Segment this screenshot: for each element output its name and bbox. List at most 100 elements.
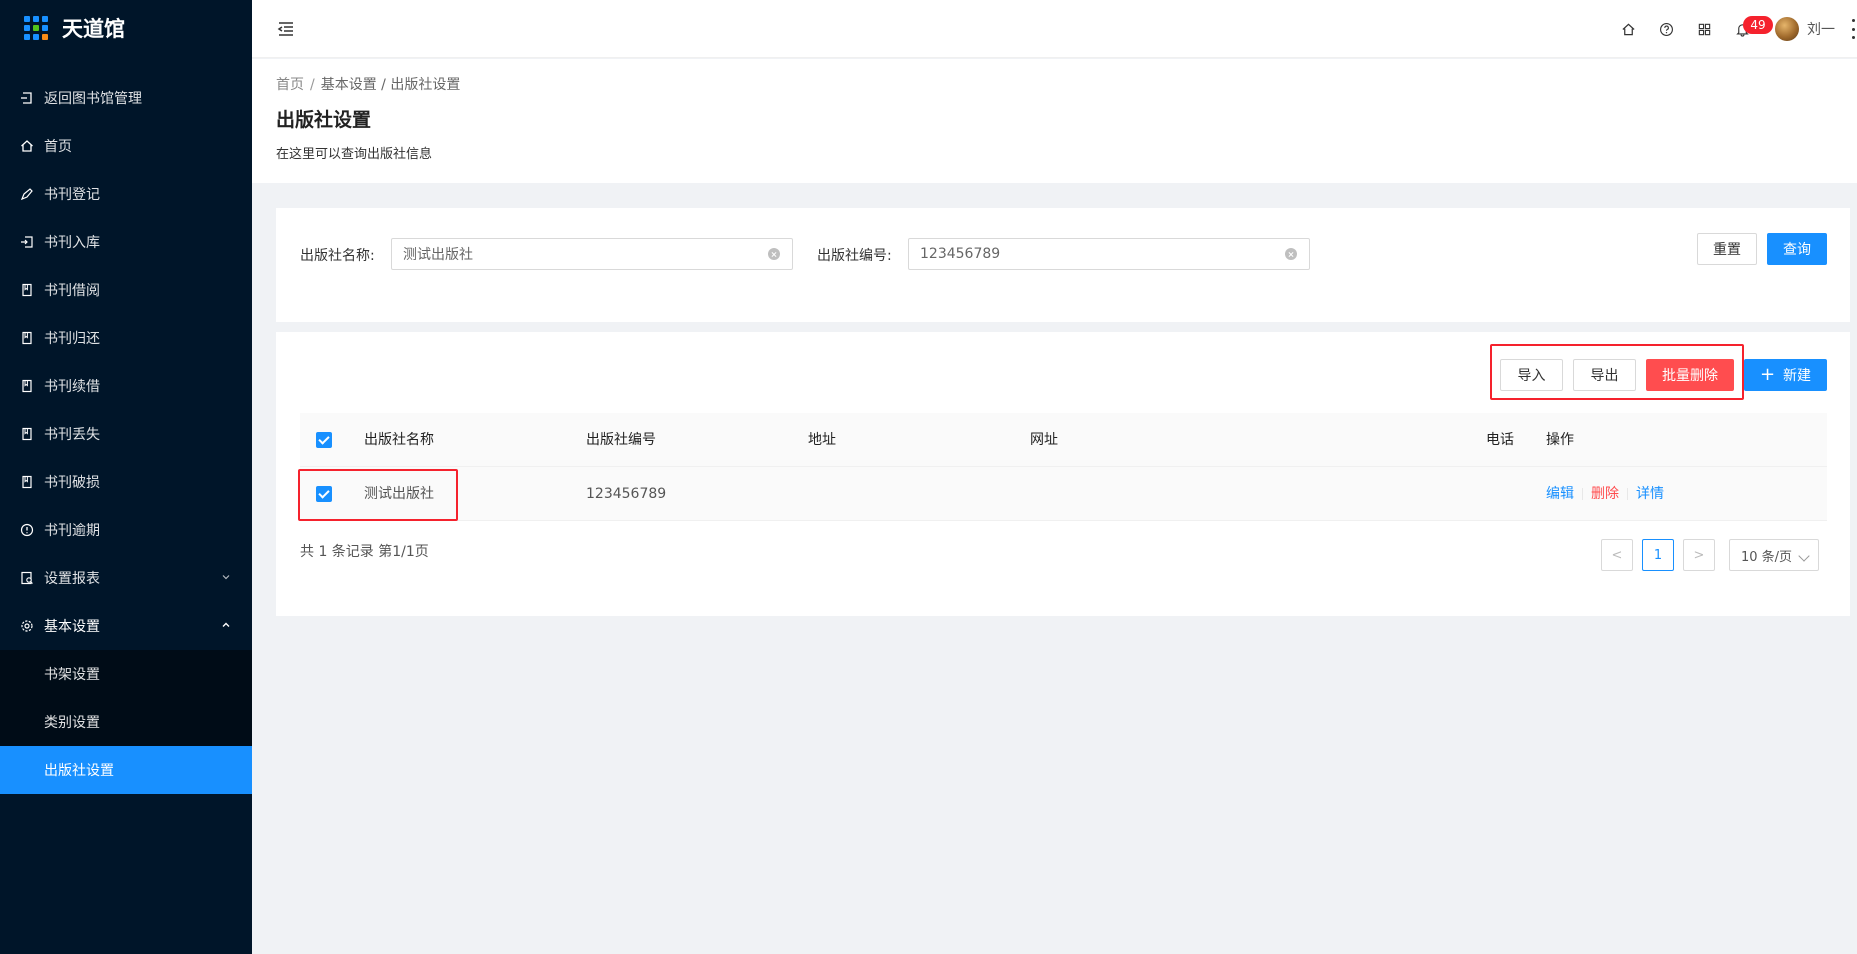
sidebar-item-book-renew[interactable]: 书刊续借: [0, 362, 252, 410]
notification-badge: 49: [1743, 16, 1773, 34]
sidebar-item-label: 首页: [44, 139, 72, 155]
home-icon: [1621, 23, 1635, 35]
notification-button[interactable]: 49: [1723, 10, 1773, 48]
publisher-table: 出版社名称 出版社编号 地址 网址 电话 操作 测试出版社 123456789 …: [298, 413, 1827, 521]
publisher-code-label: 出版社编号:: [817, 248, 892, 264]
exclamation-circle-icon: [20, 523, 34, 537]
app-grid-logo-icon: [24, 16, 48, 40]
page-description: 在这里可以查询出版社信息: [276, 147, 433, 162]
table-row: 测试出版社 123456789 编辑 删除 详情: [300, 467, 1827, 521]
sidebar-item-label: 基本设置: [44, 619, 100, 635]
sidebar-item-basic-settings[interactable]: 基本设置: [0, 602, 252, 650]
row-checkbox[interactable]: [316, 486, 332, 502]
column-header-address: 地址: [808, 432, 836, 448]
plus-icon: +: [1759, 364, 1776, 385]
clear-icon[interactable]: [1285, 248, 1297, 260]
column-header-phone: 电话: [1486, 432, 1514, 448]
sidebar-item-home[interactable]: 首页: [0, 122, 252, 170]
help-button[interactable]: [1647, 10, 1685, 48]
sidebar-item-category-settings[interactable]: 类别设置: [0, 698, 252, 746]
export-button[interactable]: 导出: [1573, 359, 1636, 391]
select-all-checkbox[interactable]: [316, 432, 332, 448]
chevron-left-icon: <: [1611, 547, 1623, 563]
cell-actions: 编辑 删除 详情: [1546, 467, 1664, 521]
sidebar-item-label: 书刊逾期: [44, 523, 100, 539]
sidebar: 天道馆 返回图书馆管理 首页 书刊登记 书刊入库 书刊借阅 书刊归还 书刊续借 …: [0, 0, 252, 954]
header-actions: 49 刘一: [1609, 0, 1857, 58]
delete-link[interactable]: 删除: [1591, 486, 1619, 502]
publisher-name-label: 出版社名称:: [300, 248, 375, 264]
column-header-actions: 操作: [1546, 432, 1574, 448]
query-button[interactable]: 查询: [1767, 233, 1827, 265]
sidebar-item-label: 书刊入库: [44, 235, 100, 251]
edit-link[interactable]: 编辑: [1546, 486, 1574, 502]
next-page-button[interactable]: >: [1683, 539, 1715, 571]
sidebar-item-book-stock-in[interactable]: 书刊入库: [0, 218, 252, 266]
sidebar-item-label: 设置报表: [44, 571, 100, 587]
batch-delete-button[interactable]: 批量删除: [1646, 359, 1734, 391]
username[interactable]: 刘一: [1807, 19, 1835, 39]
sidebar-item-label: 书刊续借: [44, 379, 100, 395]
menu-fold-icon[interactable]: [276, 19, 296, 39]
sidebar-item-book-return[interactable]: 书刊归还: [0, 314, 252, 362]
import-button[interactable]: 导入: [1500, 359, 1563, 391]
sidebar-item-publisher-settings[interactable]: 出版社设置: [0, 746, 252, 794]
table-header: 出版社名称 出版社编号 地址 网址 电话 操作: [300, 413, 1827, 467]
breadcrumb-home[interactable]: 首页: [276, 77, 304, 93]
sidebar-item-label: 书刊登记: [44, 187, 100, 203]
cell-publisher-name: 测试出版社: [364, 486, 434, 502]
sidebar-item-book-borrow[interactable]: 书刊借阅: [0, 266, 252, 314]
sidebar-item-report-settings[interactable]: 设置报表: [0, 554, 252, 602]
sidebar-item-label: 书刊归还: [44, 331, 100, 347]
page-header: 首页 / 基本设置 / 出版社设置 出版社设置 在这里可以查询出版社信息: [252, 59, 1857, 183]
sidebar-item-book-overdue[interactable]: 书刊逾期: [0, 506, 252, 554]
avatar[interactable]: [1775, 17, 1799, 41]
pen-icon: [20, 187, 34, 201]
sidebar-item-book-lost[interactable]: 书刊丢失: [0, 410, 252, 458]
page-size-value: 10 条/页: [1741, 549, 1793, 565]
column-header-code: 出版社编号: [586, 432, 656, 448]
book-icon: [20, 379, 34, 393]
login-icon: [20, 235, 34, 249]
new-button[interactable]: + 新建: [1744, 359, 1827, 391]
book-icon: [20, 283, 34, 297]
appstore-icon: [1698, 23, 1710, 35]
new-button-label: 新建: [1783, 368, 1812, 384]
breadcrumb-current: 出版社设置: [390, 77, 461, 93]
sidebar-item-label: 书刊丢失: [44, 427, 100, 443]
prev-page-button[interactable]: <: [1601, 539, 1633, 571]
report-icon: [20, 571, 34, 585]
question-circle-icon: [1659, 22, 1673, 36]
sidebar-item-label: 类别设置: [44, 715, 100, 731]
sidebar-item-label: 书刊借阅: [44, 283, 100, 299]
column-header-name: 出版社名称: [364, 432, 434, 448]
publisher-table-card: 导入 导出 批量删除 + 新建 出版社名称 出版社编号 地址 网址 电话 操作 测…: [276, 332, 1850, 616]
detail-link[interactable]: 详情: [1636, 486, 1664, 502]
chevron-down-icon: [222, 575, 230, 580]
more-vertical-icon[interactable]: [1849, 19, 1857, 39]
publisher-name-input[interactable]: [391, 238, 793, 270]
page-size-select[interactable]: 10 条/页: [1729, 539, 1819, 571]
sidebar-item-return-library[interactable]: 返回图书馆管理: [0, 74, 252, 122]
home-button[interactable]: [1609, 10, 1647, 48]
column-header-website: 网址: [1030, 432, 1058, 448]
sidebar-item-book-register[interactable]: 书刊登记: [0, 170, 252, 218]
sidebar-item-label: 出版社设置: [44, 763, 114, 779]
app-title: 天道馆: [62, 17, 125, 41]
breadcrumb: 首页 / 基本设置 / 出版社设置: [276, 77, 461, 93]
gear-icon: [20, 619, 34, 633]
sidebar-item-shelf-settings[interactable]: 书架设置: [0, 650, 252, 698]
clear-icon[interactable]: [768, 248, 780, 260]
chevron-up-icon: [222, 622, 230, 627]
sidebar-item-label: 书刊破损: [44, 475, 100, 491]
publisher-code-input[interactable]: [908, 238, 1310, 270]
apps-button[interactable]: [1685, 10, 1723, 48]
return-icon: [20, 91, 34, 105]
sidebar-item-label: 返回图书馆管理: [44, 91, 142, 107]
breadcrumb-basic-settings[interactable]: 基本设置: [321, 77, 377, 93]
reset-button[interactable]: 重置: [1697, 233, 1757, 265]
logo[interactable]: 天道馆: [0, 0, 252, 56]
top-header: 49 刘一: [252, 0, 1857, 58]
page-number-button[interactable]: 1: [1642, 539, 1674, 571]
sidebar-item-book-damaged[interactable]: 书刊破损: [0, 458, 252, 506]
